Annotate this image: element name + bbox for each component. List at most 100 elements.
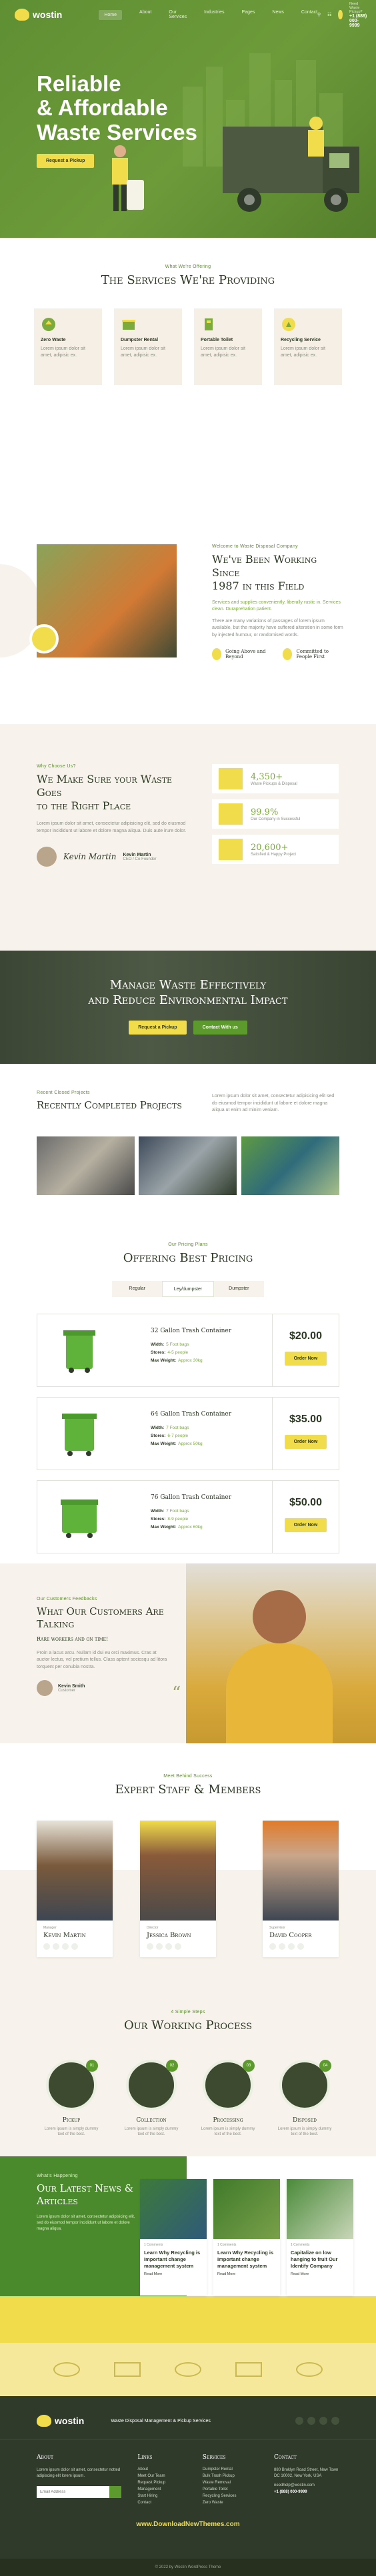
pricing-plan: 76 Gallon Trash Container Width: 7 Foot b… [37,1480,339,1553]
facebook-icon[interactable] [53,1943,59,1950]
twitter-icon[interactable] [147,1943,153,1950]
team-member-card[interactable]: Manager Kevin Martin [37,1821,113,1957]
truck-icon [219,768,243,789]
testimonial-kicker: Our Customers Feedbacks [37,1597,97,1601]
watermark-text: www.DownloadNewThemes.com [136,2521,240,2528]
footer-logo[interactable]: wostin [37,2415,84,2427]
order-now-button[interactable]: Order Now [284,1435,327,1449]
instagram-icon[interactable] [71,1943,78,1950]
worker-illustration [112,145,144,211]
pinterest-icon[interactable] [165,1943,172,1950]
process-title: Our Working Process [123,2018,253,2032]
pricing-kicker: Our Pricing Plans [168,1242,208,1247]
hero-title: Reliable & Affordable Waste Services [37,71,197,145]
facebook-icon[interactable] [279,1943,285,1950]
team-title: Expert Staff & Members [115,1783,261,1797]
instagram-icon[interactable] [175,1943,181,1950]
nav-item-news[interactable]: News [272,10,284,20]
search-icon[interactable]: ⚲ [317,12,321,17]
users-icon [219,839,243,860]
request-pickup-button[interactable]: Request a Pickup [37,154,95,168]
pricing-plan: 32 Gallon Trash Container Width: 5 Foot b… [37,1314,339,1387]
nav-item-industries[interactable]: Industries [204,10,224,20]
cta-title: Manage Waste Effectively and Reduce Envi… [88,978,288,1008]
services-kicker: What We're Offering [165,264,211,269]
tab-ley-dumpster[interactable]: Ley/dumpster [162,1281,214,1297]
send-icon[interactable] [109,2486,122,2498]
nav-item-about[interactable]: About [139,10,151,20]
tab-dumpster[interactable]: Dumpster [214,1281,264,1297]
brand-logo [295,2362,323,2377]
twitter-icon[interactable] [295,2417,303,2425]
services-title: The Services We're Providing [101,273,275,287]
team-member-card[interactable]: Supervisor David Cooper [263,1821,339,1957]
people-icon [283,648,293,661]
about-kicker: Welcome to Waste Disposal Company [212,544,298,549]
stats-kicker: Why Choose Us? [37,764,76,769]
read-more-link[interactable]: Read More [291,2272,349,2276]
brand-logo [114,2362,141,2377]
news-card[interactable]: 1 Comments Learn Why Recycling is Import… [213,2179,280,2296]
footer-services: Services Dumpster Rental Bulk Trash Pick… [202,2454,237,2505]
contact-button[interactable]: Contact With us [193,1020,247,1035]
phone-number[interactable]: +1 (888) 000-9999 [349,14,367,28]
stat-card: 20,600+ Satisfied & Happy Project [212,835,339,864]
footer-tagline: Waste Disposal Management & Pickup Servi… [111,2418,211,2423]
news-card[interactable]: 1 Comments Capitalize on low hanging to … [287,2179,353,2296]
pinterest-icon[interactable] [288,1943,295,1950]
nav-item-contact[interactable]: Contact [301,10,317,20]
newsletter-form [37,2486,122,2498]
yellow-band [0,2296,376,2343]
disposal-icon: 04 [279,2060,331,2110]
nav-item-services[interactable]: Our Services [169,10,187,20]
nav-item-pages[interactable]: Pages [242,10,255,20]
twitter-icon[interactable] [269,1943,276,1950]
service-card[interactable]: Zero Waste Lorem ipsum dolor sit amet, a… [34,308,102,385]
nav-item-home[interactable]: Home [99,9,123,20]
project-image[interactable] [37,1136,135,1195]
service-card[interactable]: Recycling Service Lorem ipsum dolor sit … [274,308,342,385]
news-card[interactable]: 1 Comments Learn Why Recycling is Import… [140,2179,207,2296]
avatar [37,1680,53,1696]
logo[interactable]: wostin [15,9,62,21]
read-more-link[interactable]: Read More [144,2272,203,2276]
service-card[interactable]: Portable Toilet Lorem ipsum dolor sit am… [194,308,262,385]
order-now-button[interactable]: Order Now [284,1518,327,1532]
twitter-icon[interactable] [43,1943,50,1950]
projects-body: Lorem ipsum dolor sit amet, consectetur … [212,1094,335,1112]
facebook-icon[interactable] [307,2417,315,2425]
pricing-section: Our Pricing Plans Offering Best Pricing … [0,1230,376,1563]
plan-name: 64 Gallon Trash Container [151,1411,232,1418]
cta-section: Manage Waste Effectively and Reduce Envi… [0,951,376,1064]
order-now-button[interactable]: Order Now [284,1352,327,1366]
trash-bin-icon [62,1414,97,1456]
brands-section [0,2343,376,2396]
plan-price: $35.00 [289,1414,322,1425]
testimonial-lead: Rare workers and on time! [37,1635,109,1642]
facebook-icon[interactable] [156,1943,163,1950]
testimonial-author: Kevin Smith Customer [37,1680,170,1696]
pinterest-icon[interactable] [319,2417,327,2425]
project-image[interactable] [241,1136,339,1195]
phone-icon [338,10,343,19]
news-kicker: What's Happening [37,2174,78,2178]
read-more-link[interactable]: Read More [217,2272,276,2276]
footer-socials [295,2417,339,2425]
request-pickup-button[interactable]: Request a Pickup [129,1020,187,1035]
pinterest-icon[interactable] [62,1943,69,1950]
tab-regular[interactable]: Regular [112,1281,162,1297]
team-member-card[interactable]: Director Jessica Brown [140,1821,216,1957]
instagram-icon[interactable] [331,2417,339,2425]
recycle-icon: 03 [203,2060,255,2110]
email-input[interactable] [37,2486,110,2498]
testimonial-body: Proin a lacus arcu. Nullam id dui eu orc… [37,1650,167,1669]
pricing-tabs: Regular Ley/dumpster Dumpster [112,1281,264,1297]
testimonial-title: What Our Customers Are Talking [37,1605,164,1630]
truck-icon: 01 [46,2060,98,2110]
cart-icon[interactable]: ☷ [327,12,331,17]
service-card[interactable]: Dumpster Rental Lorem ipsum dolor sit am… [114,308,182,385]
news-image [140,2179,207,2239]
instagram-icon[interactable] [297,1943,304,1950]
project-image[interactable] [139,1136,237,1195]
process-kicker: 4 Simple Steps [171,2010,205,2014]
